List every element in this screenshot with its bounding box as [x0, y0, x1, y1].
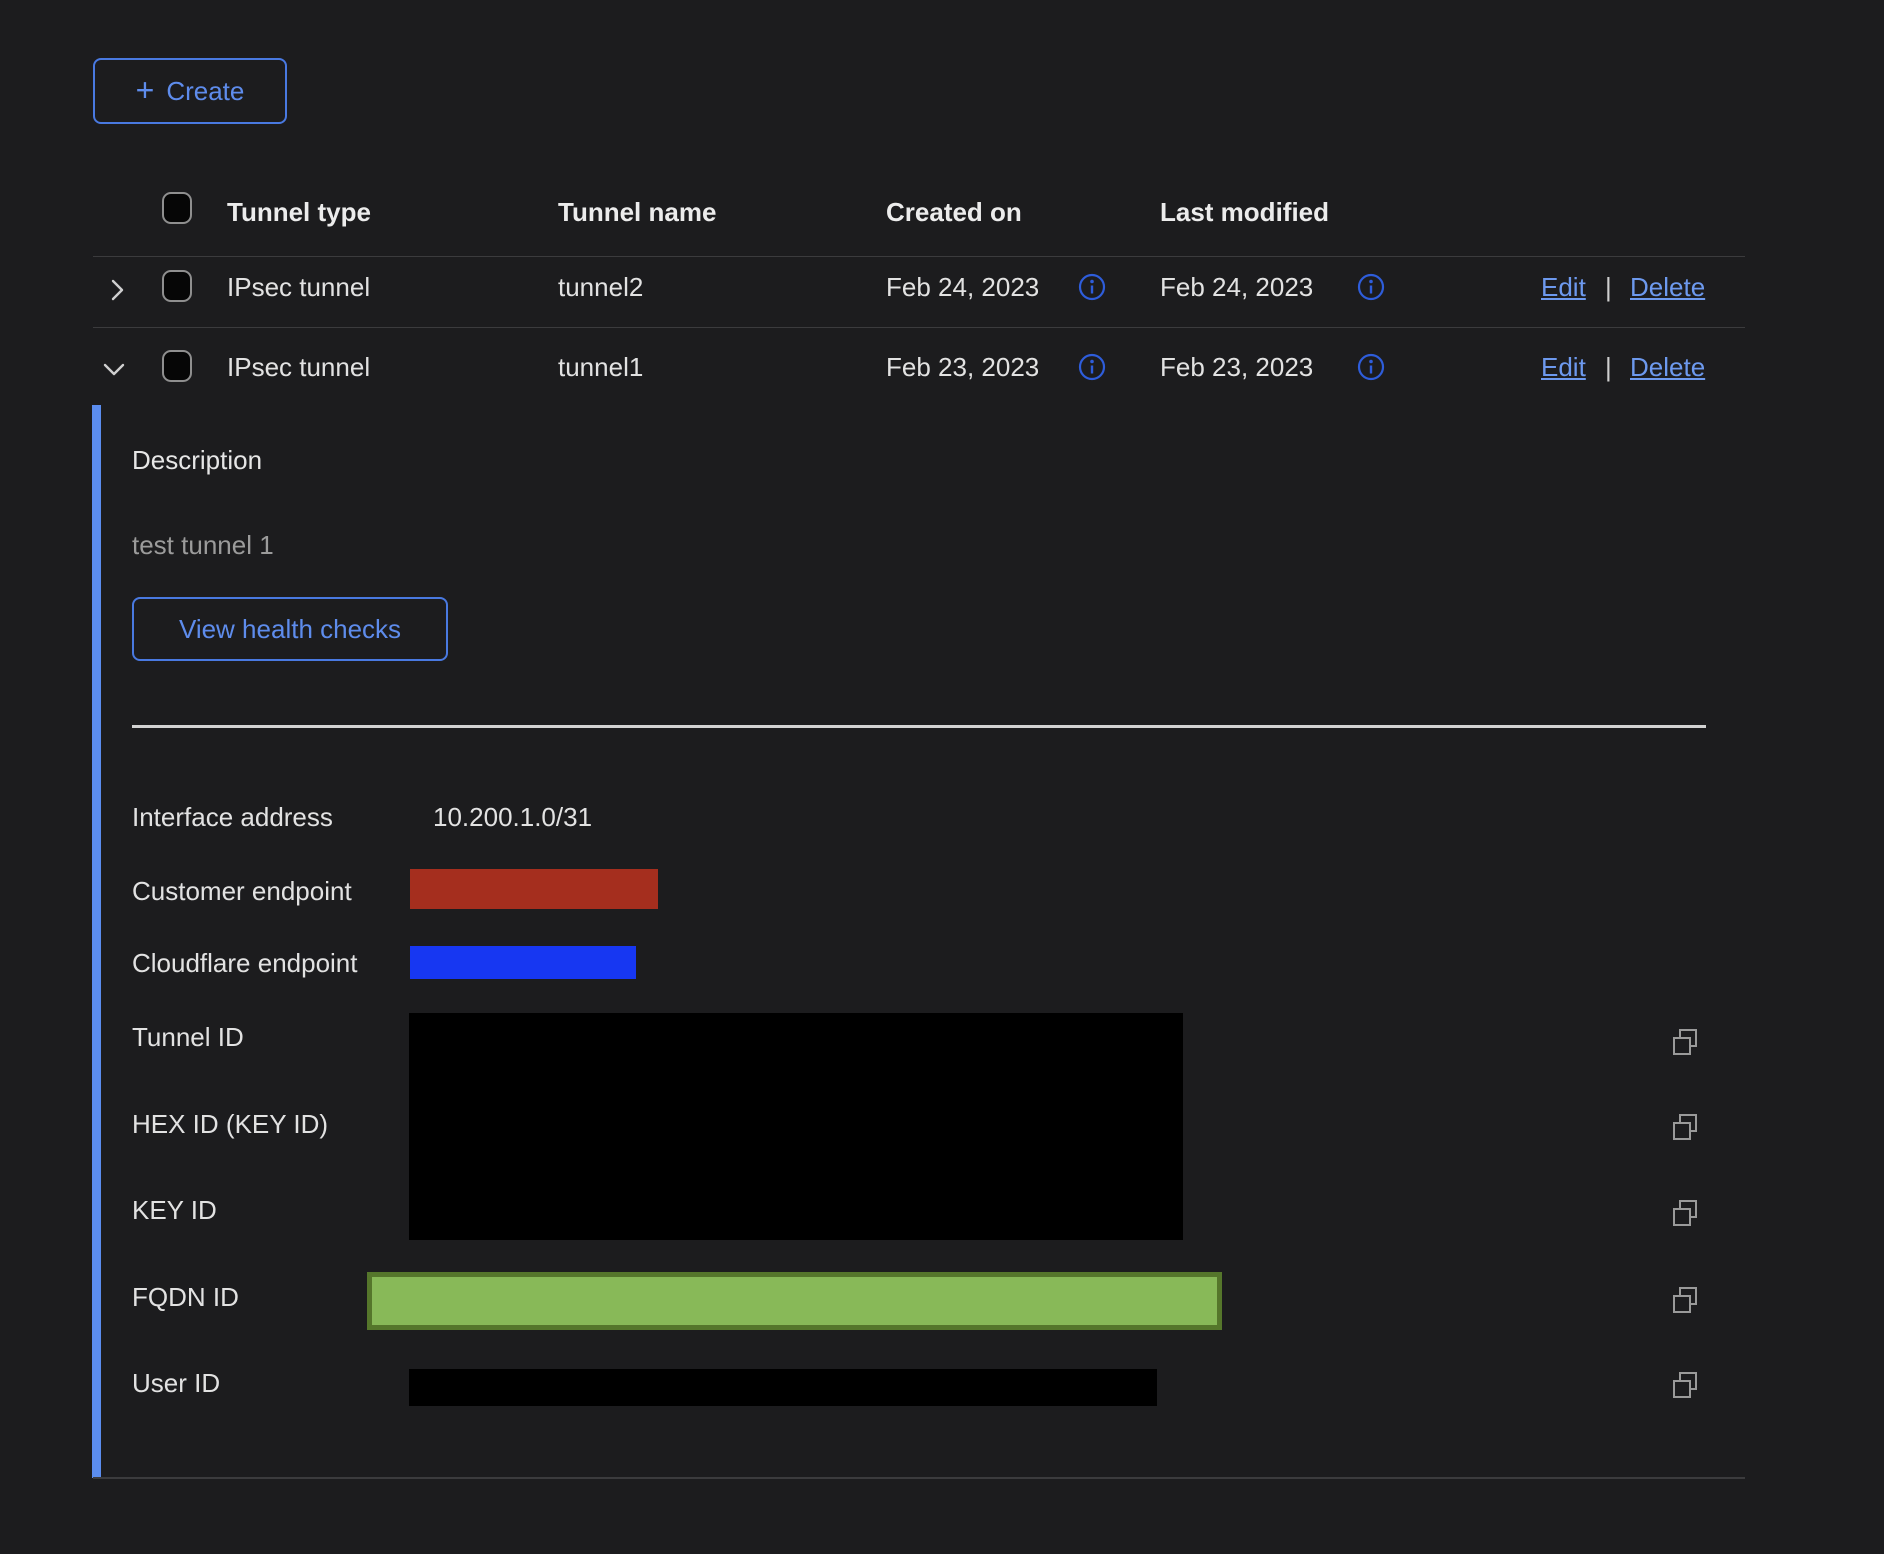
user-id-redaction [409, 1369, 1157, 1406]
tunnel-type-cell: IPsec tunnel [227, 352, 370, 382]
tunnel-name-cell: tunnel2 [558, 272, 643, 302]
copy-icon[interactable] [1669, 1284, 1701, 1316]
cloudflare-endpoint-label: Cloudflare endpoint [132, 948, 358, 978]
column-header-tunnel-type: Tunnel type [227, 197, 371, 227]
info-icon[interactable] [1077, 352, 1107, 382]
edit-link[interactable]: Edit [1541, 272, 1586, 302]
chevron-down-icon[interactable] [100, 356, 128, 384]
create-button-label: Create [166, 76, 244, 107]
tunnel-id-label: Tunnel ID [132, 1022, 244, 1052]
column-header-created-on: Created on [886, 197, 1022, 227]
key-id-label: KEY ID [132, 1195, 217, 1225]
copy-icon[interactable] [1669, 1197, 1701, 1229]
cloudflare-endpoint-redaction [410, 946, 636, 979]
fqdn-id-label: FQDN ID [132, 1282, 239, 1312]
page: + Create Tunnel type Tunnel name Created… [0, 0, 1884, 1554]
delete-link[interactable]: Delete [1630, 272, 1705, 302]
description-value: test tunnel 1 [132, 530, 274, 560]
row-checkbox[interactable] [162, 270, 192, 302]
last-modified-cell: Feb 23, 2023 [1160, 352, 1313, 382]
action-separator: | [1605, 352, 1612, 382]
copy-icon[interactable] [1669, 1111, 1701, 1143]
view-health-checks-button[interactable]: View health checks [132, 597, 448, 661]
plus-icon: + [136, 77, 155, 103]
section-divider [132, 725, 1706, 728]
chevron-right-icon[interactable] [103, 276, 131, 304]
expanded-row-bottom-divider [93, 1477, 1745, 1479]
info-icon[interactable] [1077, 272, 1107, 302]
row-divider [93, 327, 1745, 328]
created-on-cell: Feb 24, 2023 [886, 272, 1039, 302]
row-checkbox[interactable] [162, 350, 192, 382]
copy-icon[interactable] [1669, 1369, 1701, 1401]
column-header-tunnel-name: Tunnel name [558, 197, 716, 227]
last-modified-cell: Feb 24, 2023 [1160, 272, 1313, 302]
view-health-checks-label: View health checks [179, 614, 401, 645]
edit-link[interactable]: Edit [1541, 352, 1586, 382]
fqdn-id-redaction [367, 1272, 1222, 1330]
tunnel-name-cell: tunnel1 [558, 352, 643, 382]
description-label: Description [132, 445, 262, 475]
delete-link[interactable]: Delete [1630, 352, 1705, 382]
user-id-label: User ID [132, 1368, 220, 1398]
hex-id-label: HEX ID (KEY ID) [132, 1109, 328, 1139]
create-button[interactable]: + Create [93, 58, 287, 124]
ids-redaction [409, 1013, 1183, 1240]
copy-icon[interactable] [1669, 1026, 1701, 1058]
info-icon[interactable] [1356, 352, 1386, 382]
expanded-row-accent-bar [92, 405, 101, 1478]
customer-endpoint-redaction [410, 869, 658, 909]
interface-address-value: 10.200.1.0/31 [433, 802, 592, 832]
tunnel-type-cell: IPsec tunnel [227, 272, 370, 302]
column-header-last-modified: Last modified [1160, 197, 1329, 227]
info-icon[interactable] [1356, 272, 1386, 302]
customer-endpoint-label: Customer endpoint [132, 876, 352, 906]
interface-address-label: Interface address [132, 802, 333, 832]
created-on-cell: Feb 23, 2023 [886, 352, 1039, 382]
action-separator: | [1605, 272, 1612, 302]
header-divider [93, 256, 1745, 257]
select-all-checkbox[interactable] [162, 192, 192, 224]
